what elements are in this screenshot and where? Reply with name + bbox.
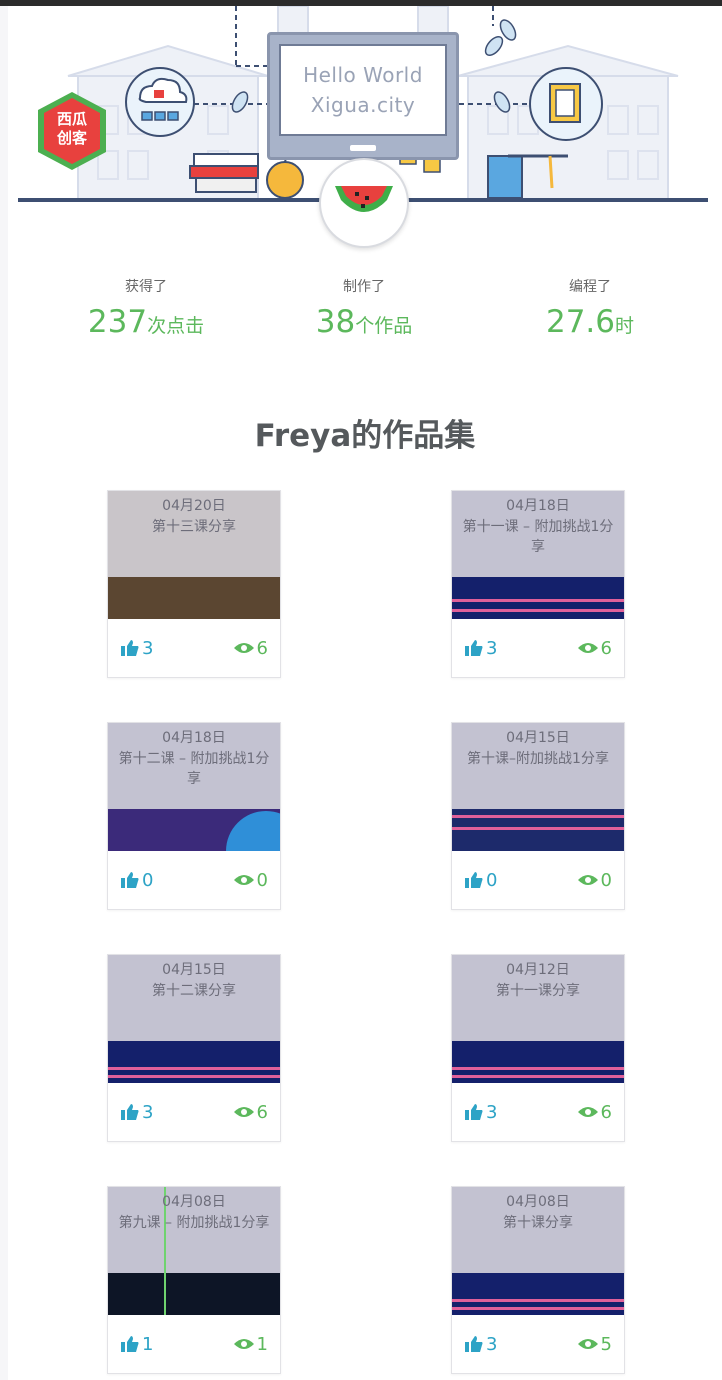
work-stats: 0 0 [452, 851, 624, 909]
work-title: 第十课分享 [503, 1215, 573, 1231]
thumbs-up-icon [121, 640, 139, 656]
work-card[interactable]: 04月08日 第九课 – 附加挑战1分享 1 1 [107, 1186, 281, 1374]
work-stats: 3 6 [452, 1083, 624, 1141]
work-stats: 3 6 [108, 1083, 280, 1141]
work-title: 第十二课分享 [152, 983, 236, 999]
stat-unit: 次点击 [147, 315, 205, 337]
stat-value: 38 [315, 304, 356, 340]
monitor-illustration: Hello World Xigua.city [267, 32, 459, 160]
logo-line-1: 西瓜 [56, 110, 87, 128]
work-thumbnail[interactable]: 04月18日 第十一课 – 附加挑战1分享 [452, 491, 624, 619]
stat-unit: 时 [615, 315, 635, 337]
work-thumbnail[interactable]: 04月08日 第十课分享 [452, 1187, 624, 1315]
avatar[interactable] [319, 158, 409, 248]
stat-value: 27.6 [545, 304, 615, 340]
thumbs-up-icon [465, 1104, 483, 1120]
work-date: 04月18日 [506, 498, 570, 514]
work-stats: 1 1 [108, 1315, 280, 1373]
work-date: 04月20日 [162, 498, 226, 514]
work-stats: 0 0 [108, 851, 280, 909]
like-count[interactable]: 0 [464, 869, 497, 891]
work-date: 04月15日 [506, 730, 570, 746]
monitor-text-line-1: Hello World [303, 63, 423, 87]
work-title: 第九课 – 附加挑战1分享 [118, 1215, 270, 1231]
monitor-screen: Hello World Xigua.city [279, 44, 447, 136]
work-date: 04月08日 [506, 1194, 570, 1210]
work-thumbnail[interactable]: 04月15日 第十二课分享 [108, 955, 280, 1083]
view-count: 1 [233, 1333, 268, 1355]
view-count: 0 [577, 869, 612, 891]
work-date: 04月15日 [162, 962, 226, 978]
watermelon-icon [335, 186, 393, 212]
work-date: 04月18日 [162, 730, 226, 746]
eye-icon [577, 875, 598, 885]
like-count[interactable]: 3 [464, 1333, 497, 1355]
eye-icon [233, 875, 254, 885]
work-card[interactable]: 04月20日 第十三课分享 3 6 [107, 490, 281, 678]
work-thumbnail[interactable]: 04月18日 第十二课 – 附加挑战1分享 [108, 723, 280, 851]
work-title: 第十课–附加挑战1分享 [467, 751, 609, 767]
monitor-stand [350, 145, 376, 151]
work-card[interactable]: 04月12日 第十一课分享 3 6 [451, 954, 625, 1142]
work-title: 第十一课 – 附加挑战1分享 [462, 519, 614, 555]
work-date: 04月12日 [506, 962, 570, 978]
profile-page: 西瓜 创客 Hello World Xigua.city 获得了 237次点击 … [8, 6, 722, 1380]
work-card[interactable]: 04月18日 第十一课 – 附加挑战1分享 3 6 [451, 490, 625, 678]
work-thumbnail[interactable]: 04月20日 第十三课分享 [108, 491, 280, 619]
work-stats: 3 6 [108, 619, 280, 677]
like-count[interactable]: 3 [464, 1101, 497, 1123]
view-count: 6 [233, 1101, 268, 1123]
eye-icon [233, 643, 254, 653]
stat-clicks: 获得了 237次点击 [46, 278, 246, 340]
like-count[interactable]: 3 [464, 637, 497, 659]
work-title: 第十二课 – 附加挑战1分享 [118, 751, 270, 787]
thumbs-up-icon [121, 1336, 139, 1352]
stat-label: 制作了 [343, 279, 385, 295]
view-count: 6 [577, 637, 612, 659]
work-stats: 3 6 [452, 619, 624, 677]
stat-unit: 个作品 [355, 315, 413, 337]
like-count[interactable]: 3 [120, 1101, 153, 1123]
stat-works: 制作了 38个作品 [264, 278, 464, 340]
eye-icon [577, 1107, 598, 1117]
work-title: 第十三课分享 [152, 519, 236, 535]
monitor-text-line-2: Xigua.city [310, 93, 416, 117]
work-thumbnail[interactable]: 04月08日 第九课 – 附加挑战1分享 [108, 1187, 280, 1315]
thumbs-up-icon [465, 872, 483, 888]
work-stats: 3 5 [452, 1315, 624, 1373]
thumbs-up-icon [465, 1336, 483, 1352]
gallery-title: Freya的作品集 [254, 418, 476, 454]
stat-label: 获得了 [125, 279, 167, 295]
eye-icon [577, 1339, 598, 1349]
logo-line-2: 创客 [56, 129, 87, 147]
view-count: 5 [577, 1333, 612, 1355]
eye-icon [577, 643, 598, 653]
work-card[interactable]: 04月18日 第十二课 – 附加挑战1分享 0 0 [107, 722, 281, 910]
thumbs-up-icon [121, 1104, 139, 1120]
eye-icon [233, 1107, 254, 1117]
work-card[interactable]: 04月15日 第十二课分享 3 6 [107, 954, 281, 1142]
like-count[interactable]: 3 [120, 637, 153, 659]
work-title: 第十一课分享 [496, 983, 580, 999]
stat-label: 编程了 [569, 279, 611, 295]
eye-icon [233, 1339, 254, 1349]
view-count: 6 [233, 637, 268, 659]
stat-hours: 编程了 27.6时 [490, 278, 690, 340]
header-illustration: 西瓜 创客 Hello World Xigua.city [8, 6, 722, 256]
stat-value: 237 [87, 304, 148, 340]
view-count: 6 [577, 1101, 612, 1123]
work-thumbnail[interactable]: 04月15日 第十课–附加挑战1分享 [452, 723, 624, 851]
thumbs-up-icon [465, 640, 483, 656]
xigua-logo: 西瓜 创客 [36, 90, 108, 172]
like-count[interactable]: 0 [120, 869, 153, 891]
work-card[interactable]: 04月08日 第十课分享 3 5 [451, 1186, 625, 1374]
thumbs-up-icon [121, 872, 139, 888]
work-thumbnail[interactable]: 04月12日 第十一课分享 [452, 955, 624, 1083]
work-card[interactable]: 04月15日 第十课–附加挑战1分享 0 0 [451, 722, 625, 910]
work-date: 04月08日 [162, 1194, 226, 1210]
like-count[interactable]: 1 [120, 1333, 153, 1355]
view-count: 0 [233, 869, 268, 891]
